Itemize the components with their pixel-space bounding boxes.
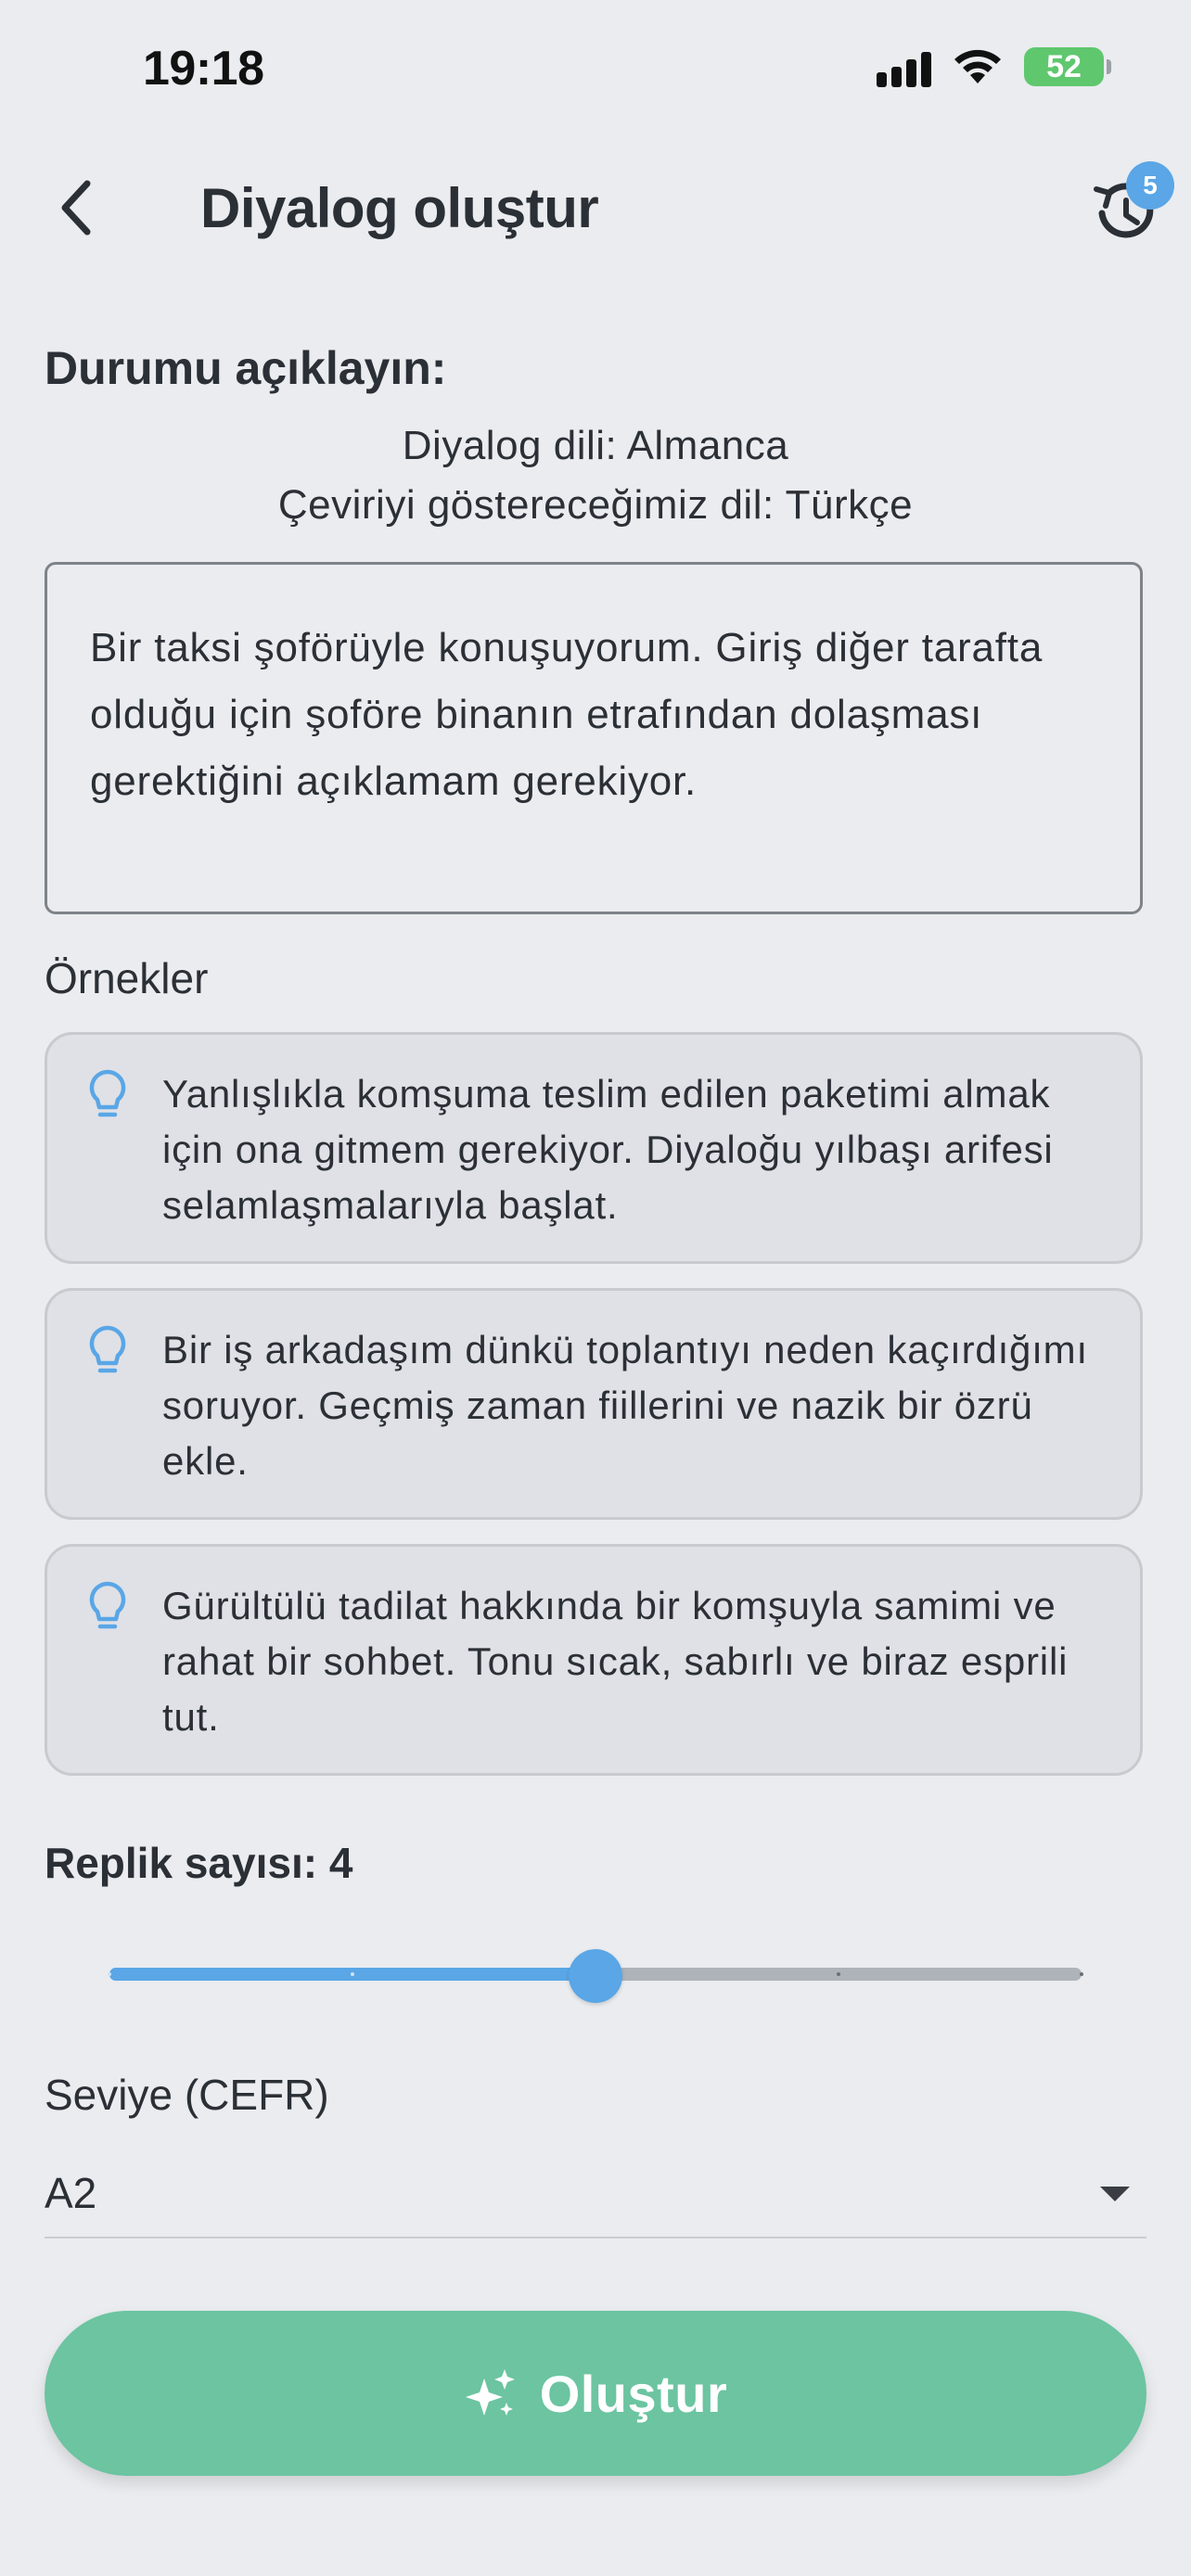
cellular-signal-icon <box>877 46 931 87</box>
create-button-label: Oluştur <box>539 2364 728 2423</box>
situation-label: Durumu açıklayın: <box>45 342 447 394</box>
example-card[interactable]: Bir iş arkadaşım dünkü toplantıyı neden … <box>45 1288 1143 1520</box>
lightbulb-icon <box>89 1069 126 1117</box>
history-count-badge: 5 <box>1126 161 1174 210</box>
slider-tick <box>351 1972 354 1976</box>
translation-language-text: Çeviriyi göstereceğimiz dil: Türkçe <box>277 482 914 528</box>
slider-tick <box>837 1972 840 1976</box>
lightbulb-icon <box>89 1581 126 1629</box>
battery-icon: 52 <box>1024 47 1111 86</box>
slider-thumb[interactable] <box>569 1949 622 2003</box>
sparkles-icon <box>465 2369 515 2416</box>
battery-level: 52 <box>1046 48 1082 84</box>
replik-count-label: Replik sayısı: 4 <box>45 1839 353 1887</box>
page-title: Diyalog oluştur <box>200 177 599 239</box>
replik-count-slider[interactable] <box>108 1949 1083 2003</box>
examples-label: Örnekler <box>45 954 209 1002</box>
wifi-icon <box>954 49 1001 83</box>
status-time: 19:18 <box>143 42 264 96</box>
situation-input[interactable]: Bir taksi şoförüyle konuşuyorum. Giriş d… <box>45 562 1143 914</box>
level-select[interactable]: A2 <box>45 2161 1146 2238</box>
slider-tick <box>108 1972 111 1976</box>
example-card[interactable]: Gürültülü tadilat hakkında bir komşuyla … <box>45 1544 1143 1776</box>
status-icons: 52 <box>877 46 1111 87</box>
lightbulb-icon <box>89 1325 126 1373</box>
example-text: Yanlışlıkla komşuma teslim edilen paketi… <box>162 1072 1054 1227</box>
example-text: Gürültülü tadilat hakkında bir komşuyla … <box>162 1584 1069 1739</box>
caret-down-icon <box>1100 2187 1130 2201</box>
back-button[interactable] <box>48 172 104 243</box>
level-label: Seviye (CEFR) <box>45 2071 329 2119</box>
create-button[interactable]: Oluştur <box>45 2311 1146 2476</box>
level-select-value: A2 <box>45 2169 97 2217</box>
dialog-language-text: Diyalog dili: Almanca <box>402 423 789 468</box>
chevron-left-icon <box>61 180 91 236</box>
example-text: Bir iş arkadaşım dünkü toplantıyı neden … <box>162 1328 1088 1483</box>
history-button[interactable]: 5 <box>1087 161 1174 249</box>
example-card[interactable]: Yanlışlıkla komşuma teslim edilen paketi… <box>45 1032 1143 1264</box>
slider-tick <box>1080 1972 1083 1976</box>
